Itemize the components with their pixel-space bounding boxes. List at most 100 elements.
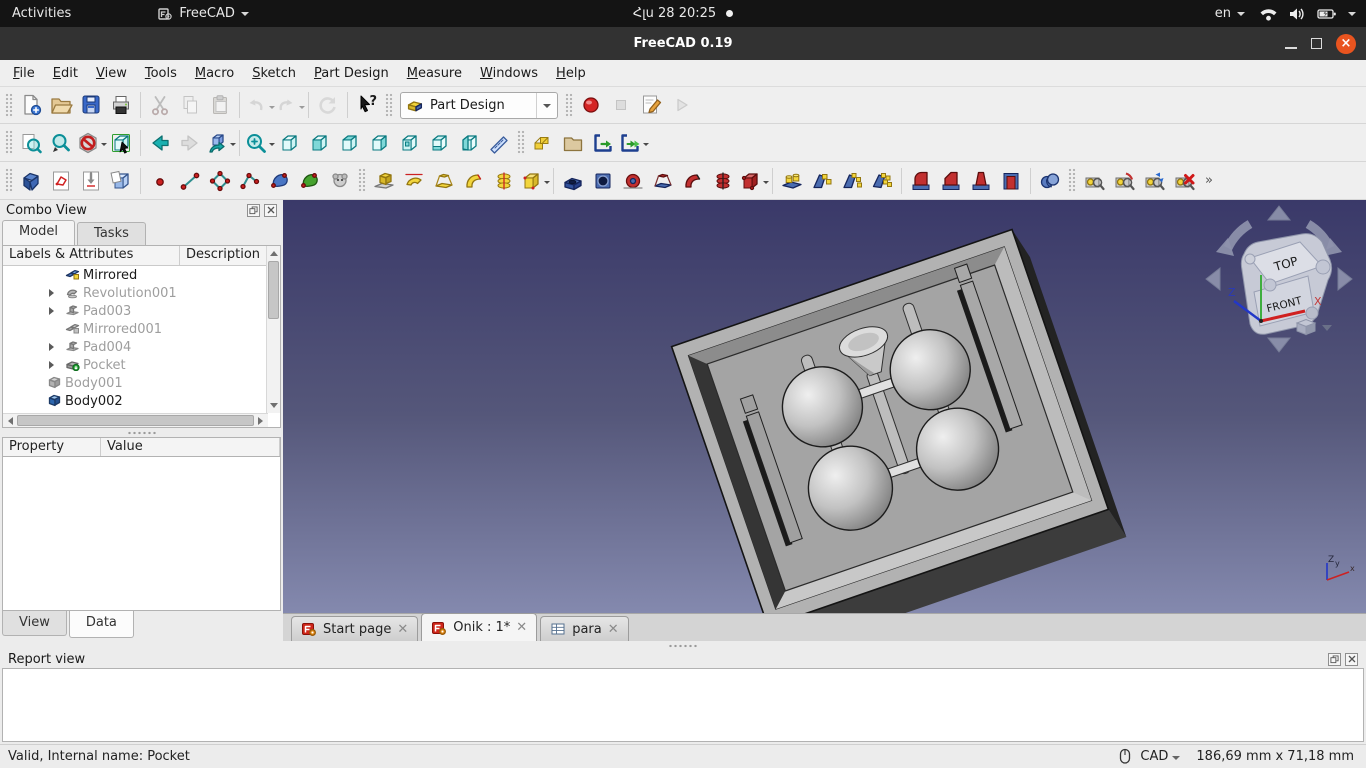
- fit-selection-button[interactable]: [46, 128, 76, 158]
- chamfer-button[interactable]: [936, 166, 966, 196]
- undo-button[interactable]: [244, 90, 275, 120]
- nav-back-button[interactable]: [145, 128, 175, 158]
- sketch-map-button[interactable]: [106, 166, 136, 196]
- sk-line-button[interactable]: [175, 166, 205, 196]
- meas-clear-button[interactable]: [1169, 166, 1199, 196]
- fillet-button[interactable]: [906, 166, 936, 196]
- part-create-button[interactable]: [528, 128, 558, 158]
- sk-bspline-button[interactable]: [265, 166, 295, 196]
- document-tab-para[interactable]: para ✕: [540, 616, 629, 641]
- redo-button[interactable]: [274, 90, 305, 120]
- dropdown-arrow-icon[interactable]: [298, 105, 305, 112]
- scrollbar-thumb[interactable]: [17, 415, 254, 426]
- view-left-button[interactable]: [454, 128, 484, 158]
- tree-item-pad004[interactable]: Pad004: [3, 338, 267, 356]
- menu-view[interactable]: View: [87, 62, 136, 85]
- panel-splitter[interactable]: [0, 428, 283, 437]
- dropdown-arrow-icon[interactable]: [229, 143, 236, 149]
- menu-windows[interactable]: Windows: [471, 62, 547, 85]
- pipe-sub-button[interactable]: [678, 166, 708, 196]
- menu-measure[interactable]: Measure: [398, 62, 471, 85]
- tree-item-mirrored001[interactable]: Mirrored001: [3, 320, 267, 338]
- menu-file[interactable]: File: [4, 62, 44, 85]
- meas-linear-button[interactable]: [1079, 166, 1109, 196]
- zoom-button[interactable]: [244, 128, 275, 158]
- tree-item-revolution001[interactable]: Revolution001: [3, 284, 267, 302]
- menu-macro[interactable]: Macro: [186, 62, 243, 85]
- pad-button[interactable]: [369, 166, 399, 196]
- refresh-button[interactable]: [313, 90, 343, 120]
- tab-data-properties[interactable]: Data: [68, 611, 134, 638]
- expand-arrow-icon[interactable]: [49, 289, 58, 297]
- sk-point-button[interactable]: [145, 166, 175, 196]
- volume-icon[interactable]: [1288, 6, 1306, 22]
- tab-tasks[interactable]: Tasks: [77, 222, 146, 245]
- property-editor[interactable]: [2, 457, 281, 611]
- copy-button[interactable]: [175, 90, 205, 120]
- toolbar-grip[interactable]: [5, 130, 13, 155]
- battery-icon[interactable]: [1316, 6, 1338, 22]
- toolbar-grip[interactable]: [358, 168, 366, 193]
- macro-record-button[interactable]: [576, 90, 606, 120]
- toolbar-grip[interactable]: [5, 168, 13, 193]
- scrollbar-thumb[interactable]: [268, 261, 279, 319]
- helix-sub-button[interactable]: [708, 166, 738, 196]
- float-panel-icon[interactable]: [1328, 652, 1341, 666]
- revolution-button[interactable]: [399, 166, 429, 196]
- tab-close-icon[interactable]: ✕: [608, 622, 619, 637]
- tab-view-properties[interactable]: View: [2, 611, 67, 636]
- groove-button[interactable]: [618, 166, 648, 196]
- toolbar-overflow-button[interactable]: »: [1199, 173, 1218, 188]
- meas-refresh-button[interactable]: [1139, 166, 1169, 196]
- new-file-button[interactable]: [16, 90, 46, 120]
- sketch-edit-button[interactable]: [76, 166, 106, 196]
- pattern-polar-button[interactable]: [837, 166, 867, 196]
- document-tab-onik-1-[interactable]: Onik : 1* ✕: [421, 613, 538, 641]
- save-file-button[interactable]: [76, 90, 106, 120]
- pipe-button[interactable]: [459, 166, 489, 196]
- menu-tools[interactable]: Tools: [136, 62, 186, 85]
- tab-model[interactable]: Model: [2, 220, 76, 245]
- tree-vertical-scrollbar[interactable]: [266, 246, 280, 413]
- navcube-menu-chevron-icon[interactable]: [1322, 325, 1332, 331]
- open-file-button[interactable]: [46, 90, 76, 120]
- system-menu-chevron-icon[interactable]: [1348, 11, 1356, 20]
- sk-bspline-per-button[interactable]: [295, 166, 325, 196]
- boolean-button[interactable]: [1035, 166, 1065, 196]
- keyboard-layout[interactable]: en: [1211, 6, 1249, 21]
- thickness-button[interactable]: [996, 166, 1026, 196]
- document-tab-start-page[interactable]: Start page ✕: [291, 616, 419, 641]
- navigation-cube[interactable]: TOP FRONT Z X: [1204, 204, 1354, 354]
- tree-header-description[interactable]: Description: [180, 246, 280, 265]
- whats-this-button[interactable]: ?: [352, 90, 382, 120]
- activities-button[interactable]: Activities: [0, 0, 83, 27]
- hole-button[interactable]: [588, 166, 618, 196]
- view-right-button[interactable]: [364, 128, 394, 158]
- primitive-add-button[interactable]: [519, 166, 550, 196]
- window-titlebar[interactable]: FreeCAD 0.19 ×: [0, 27, 1366, 60]
- view-bottom-button[interactable]: [424, 128, 454, 158]
- meas-angular-button[interactable]: [1109, 166, 1139, 196]
- group-create-button[interactable]: [558, 128, 588, 158]
- expand-arrow-icon[interactable]: [49, 343, 58, 351]
- primitive-sub-button[interactable]: [738, 166, 769, 196]
- dropdown-arrow-icon[interactable]: [642, 143, 649, 149]
- cut-button[interactable]: [145, 90, 175, 120]
- tree-item-body001[interactable]: Body001: [3, 374, 267, 392]
- link-make-button[interactable]: [588, 128, 618, 158]
- view-rear-button[interactable]: [394, 128, 424, 158]
- loft-sub-button[interactable]: [648, 166, 678, 196]
- property-header[interactable]: Property: [3, 438, 101, 456]
- value-header[interactable]: Value: [101, 438, 280, 456]
- view-front-button[interactable]: [304, 128, 334, 158]
- tab-close-icon[interactable]: ✕: [397, 622, 408, 637]
- sk-carbon-copy-button[interactable]: [325, 166, 355, 196]
- pocket-button[interactable]: [558, 166, 588, 196]
- body-create-button[interactable]: [16, 166, 46, 196]
- report-view-log[interactable]: [2, 668, 1364, 742]
- pattern-mirror-button[interactable]: [777, 166, 807, 196]
- close-panel-icon[interactable]: [1345, 652, 1358, 666]
- close-button[interactable]: ×: [1336, 33, 1356, 54]
- tree-item-pocket[interactable]: Pocket: [3, 356, 267, 374]
- macro-edit-button[interactable]: [636, 90, 666, 120]
